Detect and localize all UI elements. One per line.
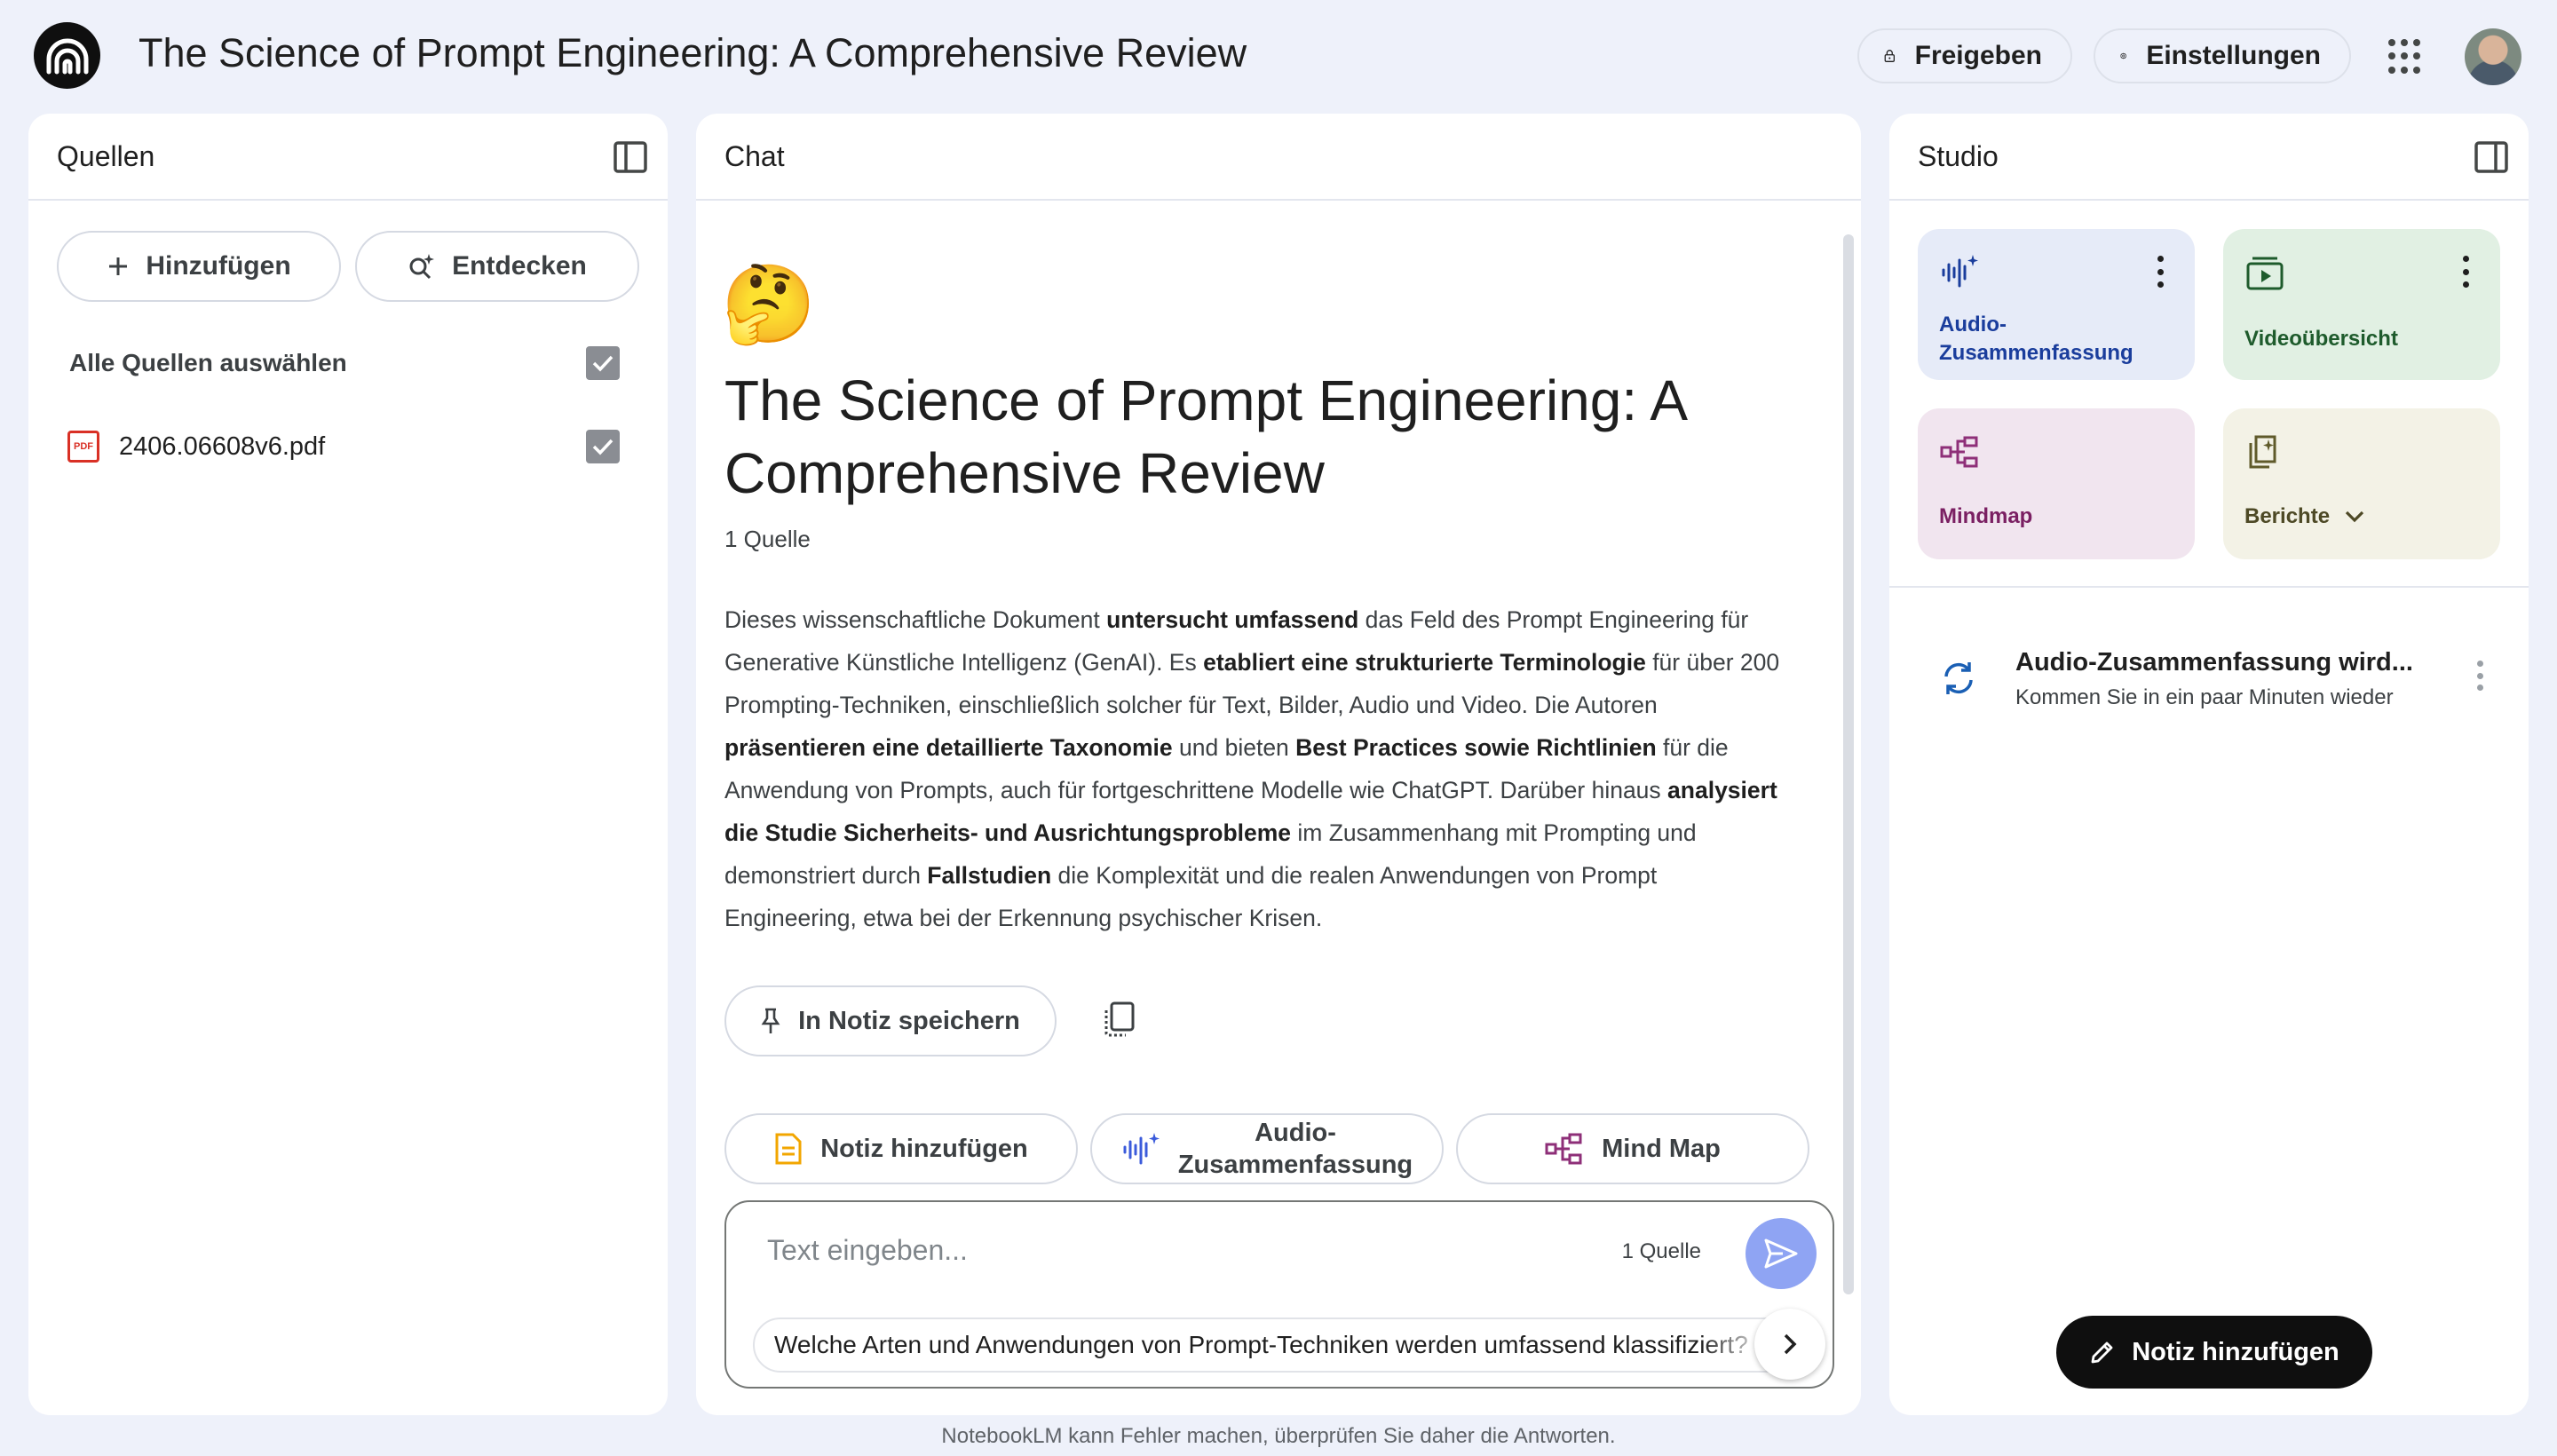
generating-title: Audio-Zusammenfassung wird...: [2015, 648, 2413, 677]
source-filename: 2406.06608v6.pdf: [119, 431, 326, 461]
share-label: Freigeben: [1914, 41, 2042, 70]
mind-map-label: Mind Map: [1602, 1134, 1721, 1163]
summary-highlight: etabliert eine strukturierte Terminologi…: [1203, 649, 1646, 676]
disclaimer: NotebookLM kann Fehler machen, überprüfe…: [941, 1424, 1616, 1448]
add-note-suggestion-label: Notiz hinzufügen: [820, 1134, 1028, 1163]
reports-tile[interactable]: Berichte: [2223, 408, 2500, 559]
chat-title: Chat: [724, 139, 785, 172]
add-note-suggestion-button[interactable]: Notiz hinzufügen: [724, 1113, 1078, 1184]
studio-header: Studio: [1889, 114, 2529, 201]
suggested-question[interactable]: Welche Arten und Anwendungen von Prompt-…: [753, 1318, 1801, 1373]
input-source-count: 1 Quelle: [1621, 1239, 1701, 1263]
lock-icon: [1884, 50, 1895, 62]
chat-input-box[interactable]: Text eingeben... 1 Quelle Welche Arten u…: [724, 1200, 1834, 1389]
select-all-checkbox[interactable]: [586, 346, 620, 380]
add-source-button[interactable]: Hinzufügen: [57, 231, 341, 302]
more-options-icon[interactable]: [2156, 256, 2165, 288]
audio-waveform-icon: [1942, 255, 1978, 288]
reports-icon: [2249, 435, 2276, 469]
save-to-note-label: In Notiz speichern: [798, 1006, 1020, 1035]
more-options-icon[interactable]: [2461, 256, 2470, 288]
sync-icon: [1944, 662, 1973, 694]
add-note-button[interactable]: Notiz hinzufügen: [2056, 1316, 2372, 1389]
copy-icon[interactable]: [1101, 1000, 1136, 1039]
chevron-down-icon[interactable]: [2344, 510, 2365, 524]
notebook-emoji: 🤔: [721, 262, 817, 347]
sources-title: Quellen: [57, 139, 155, 172]
mindmap-tile-label: Mindmap: [1939, 504, 2033, 528]
source-checkbox[interactable]: [586, 430, 620, 463]
source-count: 1 Quelle: [724, 526, 811, 552]
checkmark-icon: [592, 439, 614, 455]
next-suggestion-button[interactable]: [1754, 1309, 1825, 1380]
mind-map-suggestion-button[interactable]: Mind Map: [1456, 1113, 1809, 1184]
chat-header: Chat: [696, 114, 1861, 201]
checkmark-icon: [592, 355, 614, 372]
video-tile-label: Videoübersicht: [2244, 327, 2398, 351]
sources-panel: Quellen Hinzufügen Entdecken Alle Quelle…: [28, 114, 668, 1415]
suggested-question-text: Welche Arten und Anwendungen von Prompt-…: [774, 1331, 1748, 1358]
send-icon: [1764, 1238, 1798, 1269]
discover-sources-button[interactable]: Entdecken: [355, 231, 639, 302]
collapse-panel-icon[interactable]: [613, 139, 648, 175]
chat-panel: Chat 🤔 The Science of Prompt Engineering…: [696, 114, 1861, 1415]
summary-highlight: Best Practices sowie Richtlinien: [1295, 734, 1657, 761]
avatar[interactable]: [2465, 28, 2521, 85]
studio-panel: Studio Audio- Zusammenfassung Videoübers…: [1889, 114, 2529, 1415]
divider: [1889, 586, 2529, 588]
send-button[interactable]: [1746, 1218, 1817, 1289]
add-note-label: Notiz hinzufügen: [2132, 1337, 2339, 1366]
reports-tile-label: Berichte: [2244, 504, 2331, 528]
summary-highlight: Fallstudien: [927, 862, 1052, 889]
select-all-row[interactable]: Alle Quellen auswählen: [55, 332, 641, 394]
chat-input-field[interactable]: Text eingeben...: [767, 1234, 968, 1267]
video-overview-tile[interactable]: Videoübersicht: [2223, 229, 2500, 380]
audio-tile-label-line1: Audio-: [1939, 313, 2007, 336]
settings-button[interactable]: Einstellungen: [2094, 28, 2351, 83]
audio-waveform-icon: [1123, 1133, 1160, 1165]
gear-icon: [2120, 52, 2126, 59]
more-options-icon[interactable]: [2475, 661, 2484, 691]
select-all-label: Alle Quellen auswählen: [69, 349, 347, 376]
mind-map-icon: [1940, 436, 1978, 468]
summary-highlight: untersucht umfassend: [1106, 606, 1359, 633]
notebook-heading: The Science of Prompt Engineering: A Com…: [724, 368, 1685, 505]
chat-scrollbar[interactable]: [1843, 234, 1854, 1294]
sources-header: Quellen: [28, 114, 668, 201]
pencil-icon: [2091, 1341, 2113, 1364]
note-icon: [775, 1133, 802, 1165]
share-button[interactable]: Freigeben: [1857, 28, 2072, 83]
apps-grid-icon[interactable]: [2388, 39, 2424, 75]
pin-icon: [761, 1008, 780, 1033]
audio-summary-label-line2: Zusammenfassung: [1177, 1151, 1413, 1179]
generating-item[interactable]: Audio-Zusammenfassung wird... Kommen Sie…: [1905, 620, 2502, 737]
audio-summary-tile[interactable]: Audio- Zusammenfassung: [1918, 229, 2195, 380]
summary-text: Dieses wissenschaftliche Dokument: [724, 606, 1107, 633]
discover-label: Entdecken: [452, 251, 587, 281]
summary-highlight: präsentieren eine detaillierte Taxonomie: [724, 734, 1173, 761]
chevron-right-icon: [1784, 1333, 1797, 1355]
plus-icon: [109, 257, 128, 275]
settings-label: Einstellungen: [2146, 41, 2321, 70]
audio-summary-suggestion-button[interactable]: Audio- Zusammenfassung: [1090, 1113, 1444, 1184]
summary-text: und bieten: [1172, 734, 1296, 761]
notebook-summary: Dieses wissenschaftliche Dokument unters…: [724, 598, 1790, 939]
generating-subtitle: Kommen Sie in ein paar Minuten wieder: [2015, 685, 2394, 709]
audio-tile-label-line2: Zusammenfassung: [1939, 341, 2133, 365]
add-source-label: Hinzufügen: [146, 251, 291, 281]
notebook-title[interactable]: The Science of Prompt Engineering: A Com…: [139, 30, 1247, 76]
pdf-icon: PDF: [67, 431, 99, 463]
audio-summary-label-line1: Audio-: [1255, 1119, 1336, 1147]
video-icon: [2246, 257, 2284, 290]
save-to-note-button[interactable]: In Notiz speichern: [724, 985, 1057, 1056]
notebooklm-logo-icon[interactable]: [34, 22, 100, 89]
search-sparkle-icon: [409, 254, 435, 280]
top-bar: The Science of Prompt Engineering: A Com…: [0, 0, 2557, 112]
collapse-panel-icon[interactable]: [2474, 139, 2509, 175]
studio-title: Studio: [1918, 139, 1999, 172]
mindmap-tile[interactable]: Mindmap: [1918, 408, 2195, 559]
mind-map-icon: [1545, 1133, 1582, 1165]
source-item[interactable]: PDF 2406.06608v6.pdf: [55, 415, 641, 478]
